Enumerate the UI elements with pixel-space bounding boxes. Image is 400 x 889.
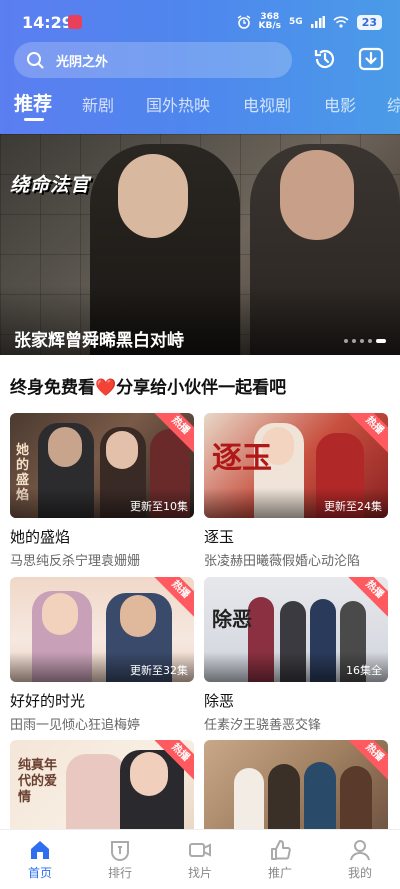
poster-title-text: 纯真年代的爱情 xyxy=(18,758,58,805)
show-subtitle: 马思纯反杀宁理袁姗姗 xyxy=(10,554,141,569)
episode-status: 更新至24集 xyxy=(324,500,382,513)
hero-show-logo: 绕命法官 xyxy=(10,174,91,196)
home-icon xyxy=(31,841,49,859)
tab-movies[interactable]: 电影 xyxy=(324,92,356,116)
profile-icon xyxy=(350,840,370,861)
show-poster: 逐玉 热播 更新至24集 xyxy=(204,413,388,518)
carousel-indicator xyxy=(344,339,386,343)
poster-title-text: 逐玉 xyxy=(212,441,272,476)
show-poster: 热播 更新至32集 xyxy=(10,577,194,682)
status-bar: 14:29 368 KB/s 5G 23 xyxy=(0,0,400,40)
show-title: 好好的时光 xyxy=(10,692,86,710)
episode-status: 更新至10集 xyxy=(130,500,188,513)
video-camera-icon xyxy=(189,843,211,857)
show-poster: 她的盛焰 热播 更新至10集 xyxy=(10,413,194,518)
show-card[interactable]: 除恶 热播 16集全 除恶 任素汐王骁善恶交锋 xyxy=(204,577,388,733)
nav-ranking-label: 排行 xyxy=(107,866,132,880)
download-button[interactable] xyxy=(356,44,386,74)
carousel-dot xyxy=(376,339,386,343)
thumbs-up-icon xyxy=(271,840,291,860)
tab-foreign-hits[interactable]: 国外热映 xyxy=(146,92,210,116)
category-tabs: 推荐 新剧 国外热映 电视剧 电影 综 xyxy=(0,86,400,126)
ranking-icon xyxy=(111,841,129,861)
history-icon xyxy=(314,49,335,69)
show-card[interactable]: 逐玉 热播 更新至24集 逐玉 张凌赫田曦薇假婚心动沦陷 xyxy=(204,413,388,569)
tab-tv-series[interactable]: 电视剧 xyxy=(243,92,291,116)
poster-face xyxy=(130,752,168,796)
network-speed: 368 KB/s xyxy=(259,13,281,31)
search-icon xyxy=(27,52,44,69)
nav-find-video[interactable]: 找片 xyxy=(160,830,240,889)
carousel-dot xyxy=(368,339,372,343)
show-subtitle: 张凌赫田曦薇假婚心动沦陷 xyxy=(204,554,361,569)
bottom-navigation: 首页 排行 找片 推广 我的 xyxy=(0,829,400,889)
battery-indicator: 23 xyxy=(356,14,382,30)
hero-face-left xyxy=(118,154,188,238)
nav-profile[interactable]: 我的 xyxy=(320,830,400,889)
wifi-icon xyxy=(333,16,349,28)
show-title: 她的盛焰 xyxy=(10,528,71,546)
section-title: 终身免费看❤️分享给小伙伴一起看吧 xyxy=(10,378,287,398)
carousel-dot xyxy=(360,339,364,343)
nav-home[interactable]: 首页 xyxy=(0,830,80,889)
tab-variety[interactable]: 综 xyxy=(387,92,400,116)
episode-status: 16集全 xyxy=(346,664,382,677)
network-speed-unit: KB/s xyxy=(258,21,282,31)
nav-ranking[interactable]: 排行 xyxy=(80,830,160,889)
search-placeholder: 光阴之外 xyxy=(56,54,109,70)
poster-face xyxy=(120,595,156,637)
tab-new-drama[interactable]: 新剧 xyxy=(82,92,114,116)
show-subtitle: 田雨一见倾心狂追梅婷 xyxy=(10,718,141,733)
show-poster: 除恶 热播 16集全 xyxy=(204,577,388,682)
search-bar[interactable]: 光阴之外 xyxy=(14,42,292,78)
nav-home-label: 首页 xyxy=(27,866,52,880)
show-title: 除恶 xyxy=(204,692,235,710)
show-card[interactable]: 热播 更新至32集 好好的时光 田雨一见倾心狂追梅婷 xyxy=(10,577,194,733)
nav-promote[interactable]: 推广 xyxy=(240,830,320,889)
active-tab-indicator xyxy=(24,118,44,121)
show-card[interactable]: 她的盛焰 热播 更新至10集 她的盛焰 马思纯反杀宁理袁姗姗 xyxy=(10,413,194,569)
history-button[interactable] xyxy=(310,44,340,74)
hero-face-right xyxy=(280,150,354,240)
tab-recommend[interactable]: 推荐 xyxy=(14,89,52,116)
nav-find-video-label: 找片 xyxy=(187,866,212,880)
notification-app-icon xyxy=(68,15,82,29)
poster-face xyxy=(106,431,138,469)
carousel-dot xyxy=(344,339,348,343)
episode-status: 更新至32集 xyxy=(130,664,188,677)
show-title: 逐玉 xyxy=(204,528,235,546)
hero-banner[interactable]: 绕命法官 张家辉曾舜晞黑白对峙 xyxy=(0,134,400,355)
status-indicators: 368 KB/s 5G 23 xyxy=(237,12,382,32)
status-time: 14:29 xyxy=(22,13,73,32)
show-subtitle: 任素汐王骁善恶交锋 xyxy=(204,718,322,733)
poster-title-text: 除恶 xyxy=(212,607,252,631)
hero-caption: 张家辉曾舜晞黑白对峙 xyxy=(14,331,184,351)
poster-face xyxy=(48,427,82,467)
signal-type: 5G xyxy=(289,17,303,27)
signal-bars-icon xyxy=(310,16,325,28)
download-icon xyxy=(358,47,384,71)
nav-promote-label: 推广 xyxy=(267,866,292,880)
poster-face xyxy=(42,593,78,635)
carousel-dot xyxy=(352,339,356,343)
nav-profile-label: 我的 xyxy=(347,866,372,880)
alarm-icon xyxy=(237,15,250,29)
